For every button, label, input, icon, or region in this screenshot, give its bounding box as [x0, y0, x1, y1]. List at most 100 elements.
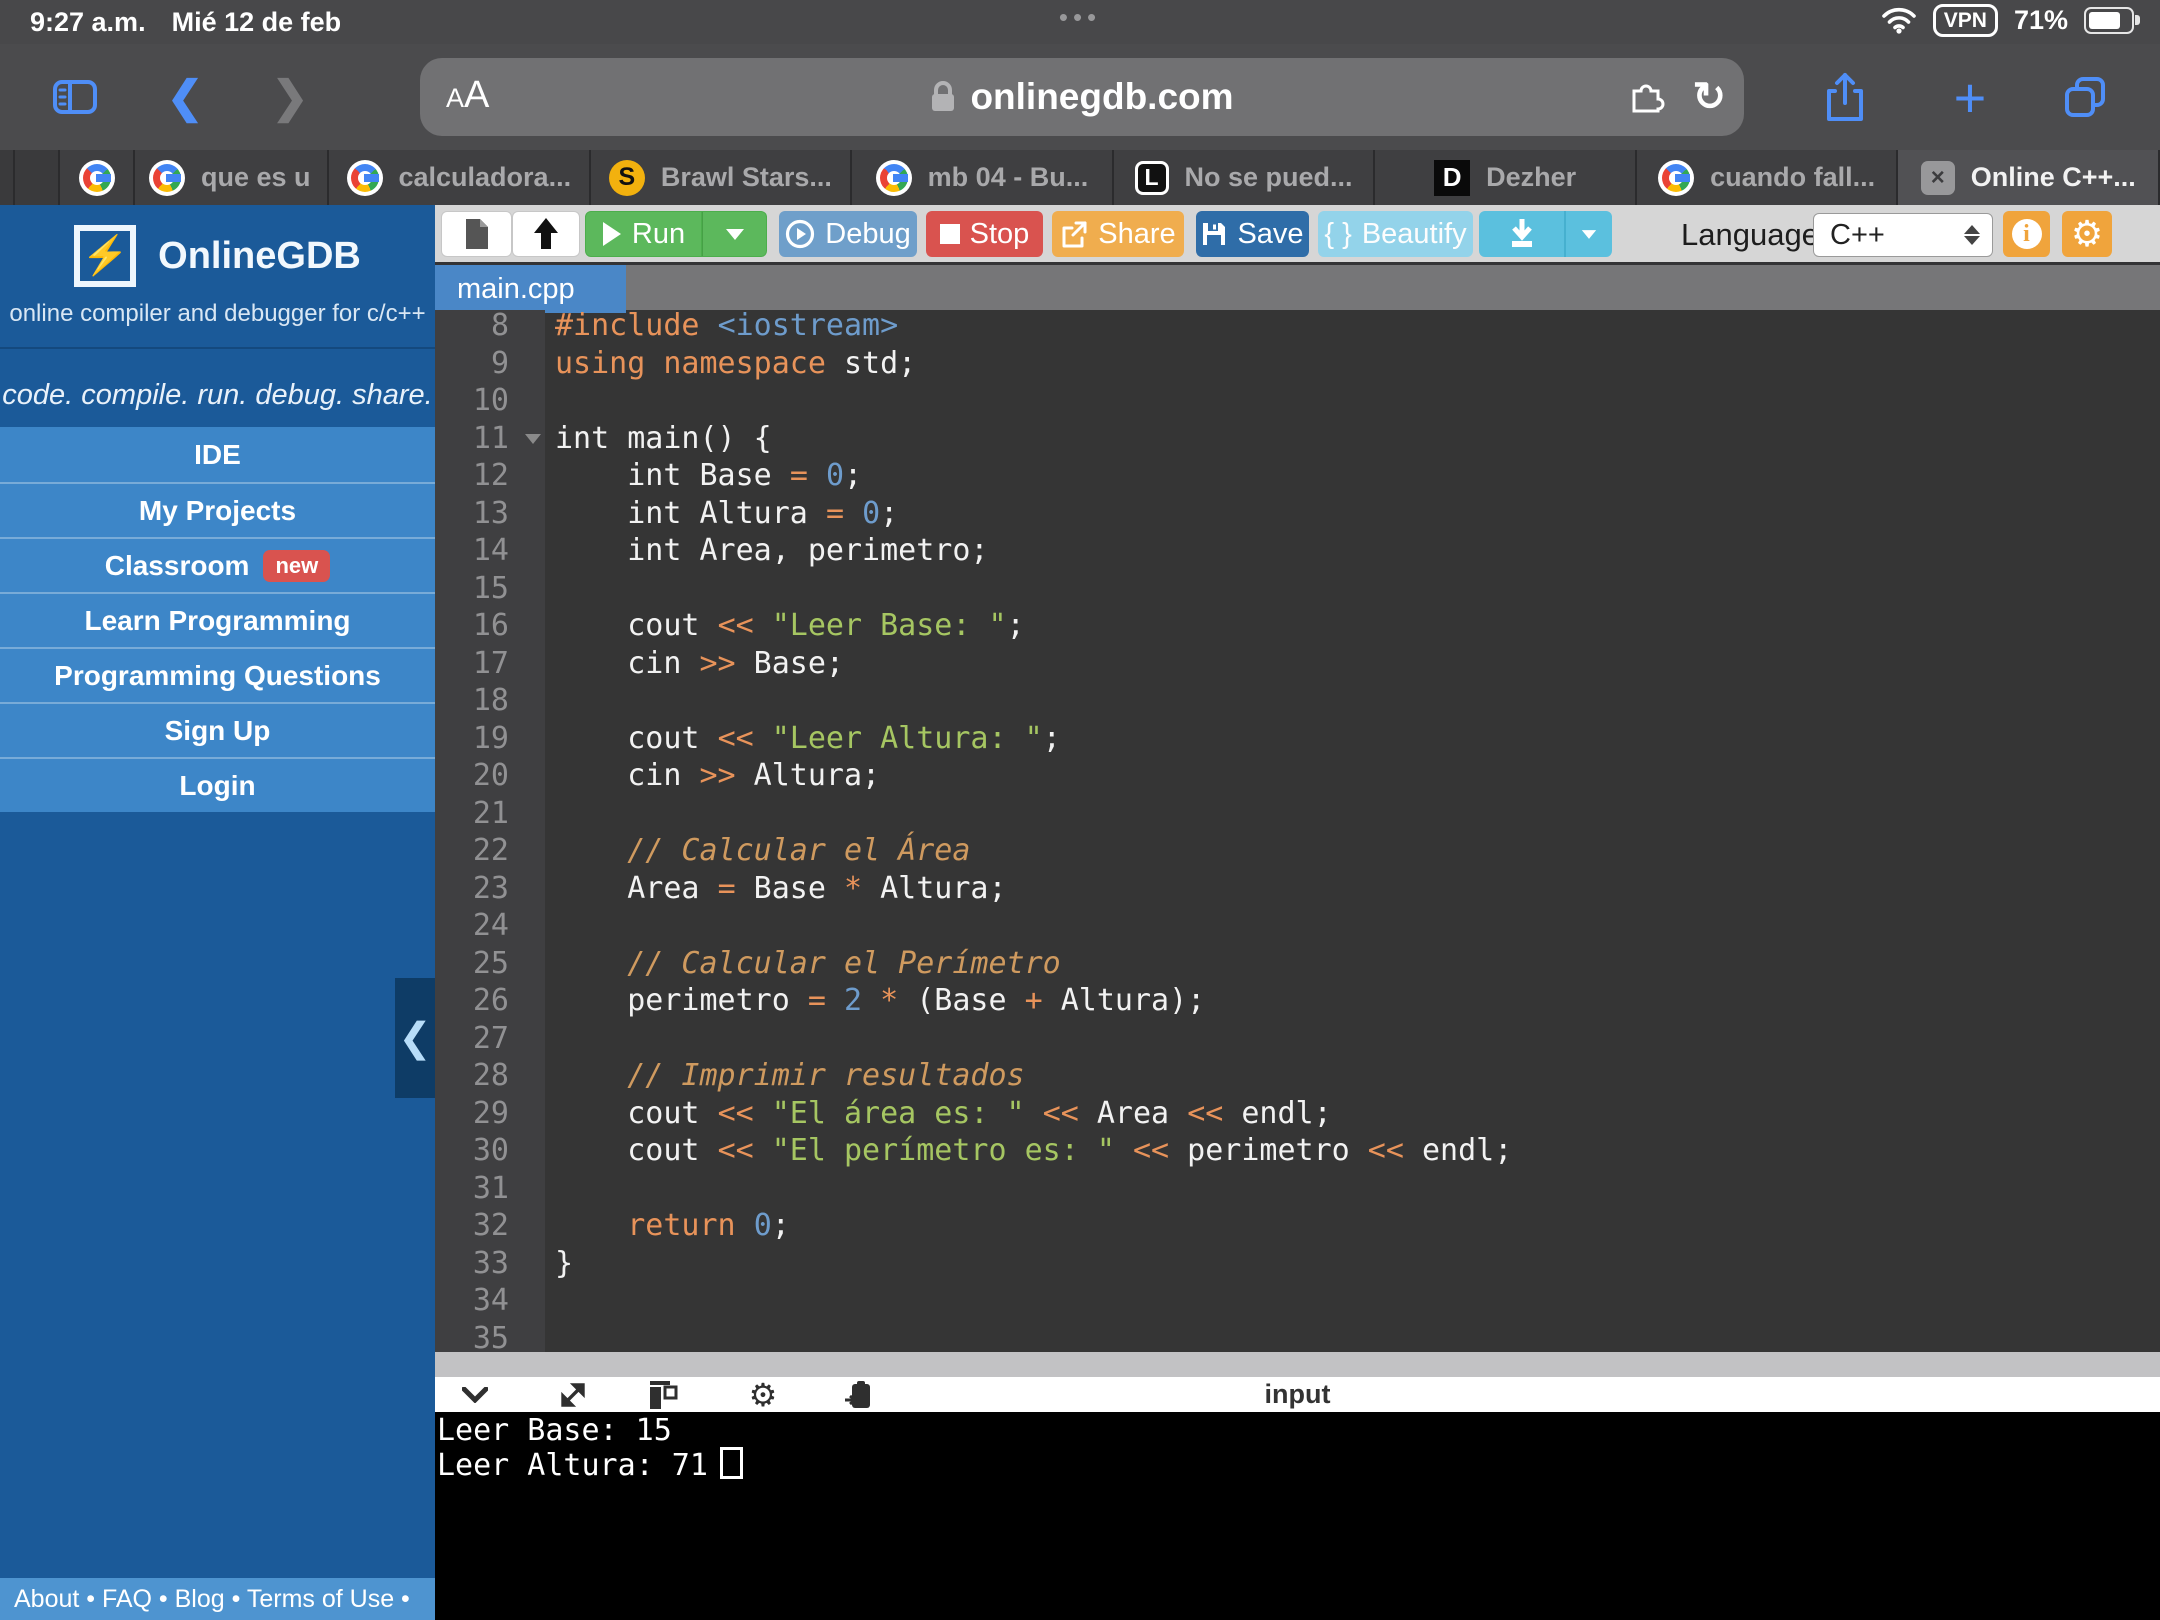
code-line: 8#include <iostream> — [435, 310, 2160, 345]
code-line: 35 — [435, 1320, 2160, 1353]
line-number: 35 — [435, 1320, 545, 1353]
debug-button[interactable]: Debug — [779, 211, 917, 257]
close-icon[interactable]: × — [1921, 161, 1955, 195]
code-line: 14 int Area, perimetro; — [435, 532, 2160, 570]
share-icon[interactable] — [1810, 62, 1880, 132]
sidebar-item-login[interactable]: Login — [0, 757, 435, 812]
browser-tab[interactable]: cuando fall... — [1637, 150, 1899, 205]
chevron-left-icon: ❮ — [398, 1015, 432, 1061]
browser-tab[interactable]: SBrawl Stars... — [591, 150, 853, 205]
console-output[interactable]: Leer Base: 15Leer Altura: 71 — [435, 1412, 2160, 1620]
browser-tab[interactable]: DDezher — [1375, 150, 1637, 205]
sidebar-toggle-icon[interactable] — [40, 62, 110, 132]
browser-tab[interactable] — [60, 150, 135, 205]
sidebar-item-ide[interactable]: IDE — [0, 427, 435, 482]
back-button[interactable]: ❮ — [150, 62, 220, 132]
code-line: 12 int Base = 0; — [435, 457, 2160, 495]
gear-icon: ⚙ — [2071, 213, 2103, 255]
save-button[interactable]: Save — [1196, 211, 1309, 257]
footer-links[interactable]: About • FAQ • Blog • Terms of Use • — [0, 1578, 435, 1620]
code-line: 31 — [435, 1170, 2160, 1208]
sidebar-item-sign-up[interactable]: Sign Up — [0, 702, 435, 757]
tab-sliver[interactable] — [0, 150, 15, 205]
google-favicon-icon — [79, 160, 115, 196]
code-line: 34 — [435, 1282, 2160, 1320]
sidebar-item-label: Programming Questions — [54, 660, 381, 692]
code-line: 11int main() { — [435, 420, 2160, 458]
sidebar-item-label: Login — [179, 770, 255, 802]
info-button[interactable]: i — [2003, 211, 2050, 257]
editor-tabbar: main.cpp — [435, 262, 2160, 310]
line-number: 24 — [435, 907, 545, 945]
tab-title: Brawl Stars... — [661, 162, 832, 193]
tab-title: Dezher — [1486, 162, 1576, 193]
vpn-badge: VPN — [1933, 4, 1998, 37]
browser-tab[interactable]: mb 04 - Bu... — [852, 150, 1114, 205]
browser-tab[interactable]: calculadora... — [329, 150, 591, 205]
code-editor[interactable]: main.cpp 8#include <iostream>9using name… — [435, 262, 2160, 1352]
line-number: 34 — [435, 1282, 545, 1320]
google-favicon-icon — [347, 160, 383, 196]
console-line: Leer Base: 15 — [437, 1414, 2160, 1447]
code-line: 27 — [435, 1020, 2160, 1058]
code-line: 19 cout << "Leer Altura: "; — [435, 720, 2160, 758]
code-line: 9using namespace std; — [435, 345, 2160, 383]
code-area[interactable]: 8#include <iostream>9using namespace std… — [435, 310, 2160, 1352]
download-options-caret[interactable] — [1564, 211, 1612, 257]
new-badge: new — [263, 550, 330, 582]
line-number: 29 — [435, 1095, 545, 1133]
browser-tab[interactable]: ×Online C++... — [1898, 150, 2160, 205]
sidebar-item-learn-programming[interactable]: Learn Programming — [0, 592, 435, 647]
file-tab-main-cpp[interactable]: main.cpp — [435, 265, 626, 313]
multitask-dots-icon: ••• — [1059, 2, 1101, 33]
sidebar-item-my-projects[interactable]: My Projects — [0, 482, 435, 537]
forward-button[interactable]: ❯ — [255, 62, 325, 132]
line-number: 20 — [435, 757, 545, 795]
upload-button[interactable] — [512, 211, 580, 257]
tabs-overview-icon[interactable] — [2050, 62, 2120, 132]
sidebar-menu: IDEMy ProjectsClassroomnewLearn Programm… — [0, 427, 435, 812]
new-tab-icon[interactable]: + — [1935, 62, 2005, 132]
line-number: 13 — [435, 495, 545, 533]
line-number: 28 — [435, 1057, 545, 1095]
input-label: input — [435, 1377, 2160, 1412]
code-line: 30 cout << "El perímetro es: " << perime… — [435, 1132, 2160, 1170]
wifi-icon — [1881, 7, 1917, 34]
browser-toolbar: ❮ ❯ AA onlinegdb.com ↻ + — [0, 44, 2160, 150]
line-number: 32 — [435, 1207, 545, 1245]
terminal-cursor — [720, 1447, 743, 1479]
line-number: 10 — [435, 382, 545, 420]
share-button[interactable]: Share — [1052, 211, 1184, 257]
sidebar-item-classroom[interactable]: Classroomnew — [0, 537, 435, 592]
battery-percent: 71% — [2014, 5, 2068, 36]
line-number: 9 — [435, 345, 545, 383]
address-bar[interactable]: AA onlinegdb.com ↻ — [420, 58, 1744, 136]
fold-caret-icon[interactable] — [525, 434, 541, 444]
reload-icon[interactable]: ↻ — [1692, 74, 1726, 120]
code-line: 22 // Calcular el Área — [435, 832, 2160, 870]
run-button[interactable]: Run — [585, 211, 702, 257]
battery-icon — [2084, 7, 2134, 34]
google-favicon-icon — [149, 160, 185, 196]
bolt-logo-icon: ⚡ — [74, 225, 136, 287]
language-select[interactable]: C++ — [1813, 213, 1993, 257]
settings-button[interactable]: ⚙ — [2062, 211, 2112, 257]
tab-sliver[interactable] — [15, 150, 60, 205]
download-button[interactable] — [1479, 211, 1564, 257]
run-options-caret[interactable] — [702, 211, 767, 257]
tagline: code. compile. run. debug. share. — [0, 363, 435, 427]
code-line: 24 — [435, 907, 2160, 945]
sidebar-item-programming-questions[interactable]: Programming Questions — [0, 647, 435, 702]
tab-title: No se pued... — [1185, 162, 1353, 193]
editor-hscrollbar[interactable] — [435, 1352, 2160, 1377]
new-file-button[interactable] — [441, 211, 512, 257]
beautify-button[interactable]: { }Beautify — [1318, 211, 1473, 257]
sidebar-collapse-button[interactable]: ❮ — [395, 978, 435, 1098]
stop-button[interactable]: Stop — [926, 211, 1043, 257]
status-bar: 9:27 a.m. Mié 12 de feb ••• VPN 71% — [0, 0, 2160, 44]
brand-logo[interactable]: ⚡ OnlineGDB — [0, 219, 435, 293]
browser-tab[interactable]: que es u — [135, 150, 329, 205]
browser-tab[interactable]: LNo se pued... — [1114, 150, 1376, 205]
tab-strip: que es ucalculadora...SBrawl Stars...mb … — [0, 150, 2160, 205]
extensions-icon[interactable] — [1626, 79, 1666, 115]
